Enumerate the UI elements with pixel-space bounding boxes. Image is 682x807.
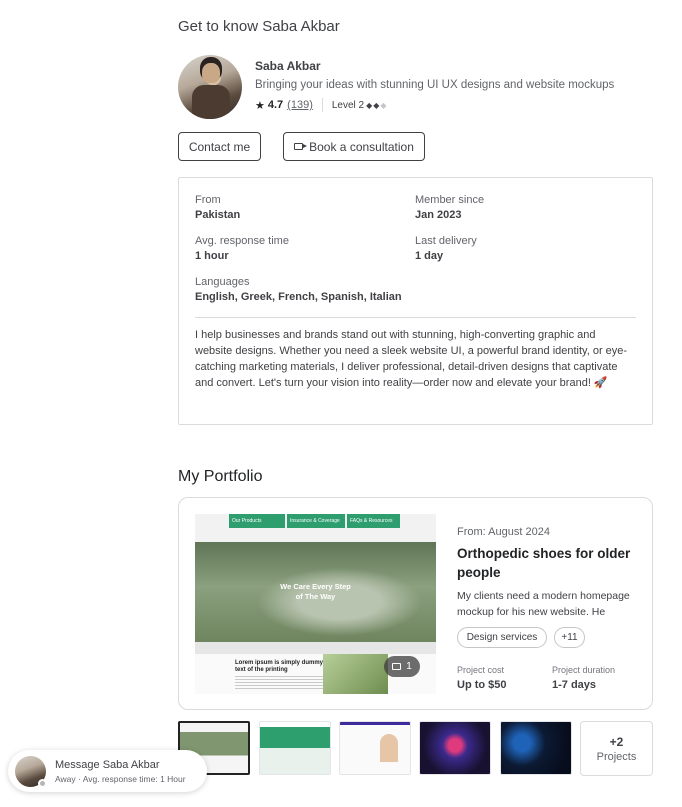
more-projects-count: +2 (609, 734, 624, 749)
project-description: My clients need a modern homepage mockup… (457, 590, 630, 618)
seller-info-card: From Pakistan Member since Jan 2023 Avg.… (178, 177, 653, 425)
project-cost: Project cost Up to $50 (457, 665, 507, 691)
image-count: 1 (406, 661, 412, 672)
info-member-since: Member since Jan 2023 (415, 194, 484, 221)
image-icon (392, 663, 402, 670)
level-diamond-empty-icon: ◆ (380, 100, 386, 110)
away-status-dot (38, 778, 47, 788)
portfolio-thumbnail[interactable] (419, 721, 491, 775)
book-consultation-label: Book a consultation (309, 139, 414, 154)
portfolio-main-image[interactable]: Our Products Insurance & Coverage FAQs &… (195, 514, 436, 694)
video-camera-icon (294, 143, 308, 150)
away-status: Away (55, 773, 76, 784)
rating-divider (321, 98, 323, 112)
info-delivery-value: 1 day (415, 250, 444, 262)
mockup-hero-line: of The Way (295, 592, 336, 601)
mockup-bottom-lines (235, 676, 325, 690)
info-response-time: Avg. response time 1 hour (195, 235, 289, 262)
info-response-label: Avg. response time (195, 235, 289, 247)
info-delivery-label: Last delivery (415, 235, 477, 247)
message-title: Message Saba Akbar (55, 758, 160, 771)
project-cost-value: Up to $50 (457, 679, 507, 691)
avatar-figure-head (202, 63, 220, 83)
info-from-label: From (195, 194, 221, 206)
mockup-hero-text: We Care Every Step of The Way (195, 582, 436, 602)
message-response-time: Avg. response time: 1 Hour (82, 773, 186, 784)
project-duration: Project duration 1-7 days (552, 665, 615, 691)
info-last-delivery: Last delivery 1 day (415, 235, 477, 262)
reviews-link[interactable]: (139) (287, 99, 313, 111)
project-date: From: August 2024 (457, 526, 550, 538)
project-duration-label: Project duration (552, 665, 616, 675)
more-projects-button[interactable]: +2 Projects (580, 721, 653, 776)
project-duration-value: 1-7 days (552, 679, 597, 691)
info-from: From Pakistan (195, 194, 240, 221)
message-text: Message Saba Akbar Away · Avg. response … (55, 759, 186, 784)
about-heading: Get to know Saba Akbar (178, 18, 340, 35)
message-subtitle: Away · Avg. response time: 1 Hour (55, 774, 186, 784)
book-consultation-button[interactable]: Book a consultation (283, 132, 425, 161)
project-title[interactable]: Orthopedic shoes for older people (457, 544, 642, 582)
tag-more[interactable]: +11 (554, 627, 585, 648)
seller-level: Level 2 (331, 99, 365, 111)
rating-score: 4.7 (267, 99, 284, 111)
image-count-badge[interactable]: 1 (384, 656, 420, 677)
mockup-tab: Insurance & Coverage (287, 514, 345, 528)
info-languages-label: Languages (195, 276, 250, 288)
mockup-tab: FAQs & Resources (347, 514, 400, 528)
contact-me-button[interactable]: Contact me (178, 132, 261, 161)
info-divider (195, 317, 636, 318)
avatar-figure-body (192, 85, 230, 119)
info-response-value: 1 hour (195, 250, 229, 262)
mockup-bottom-heading: Lorem ipsum is simply dummy text of the … (235, 660, 324, 673)
message-seller-pill[interactable]: Message Saba Akbar Away · Avg. response … (8, 750, 207, 792)
message-avatar (15, 755, 47, 788)
rating-row: ★ 4.7 (139) Level 2 ◆ ◆ ◆ (255, 98, 387, 112)
seller-description: I help businesses and brands stand out w… (195, 329, 628, 389)
portfolio-thumbnail[interactable] (339, 721, 411, 775)
seller-tagline: Bringing your ideas with stunning UI UX … (255, 79, 615, 91)
portfolio-card[interactable]: Our Products Insurance & Coverage FAQs &… (178, 497, 653, 710)
portfolio-thumbnail[interactable] (500, 721, 572, 775)
info-member-label: Member since (415, 194, 485, 206)
info-from-value: Pakistan (195, 209, 241, 221)
project-cost-label: Project cost (457, 665, 505, 675)
info-member-value: Jan 2023 (415, 209, 462, 221)
tag-design-services[interactable]: Design services (457, 627, 547, 648)
more-projects-label: Projects (596, 750, 637, 763)
mockup-hero-line: We Care Every Step (280, 582, 351, 591)
level-diamond-icon: ◆ (366, 100, 372, 110)
portfolio-thumbnail[interactable] (259, 721, 331, 775)
star-icon: ★ (255, 99, 265, 112)
mockup-photo (323, 654, 388, 694)
portfolio-heading: My Portfolio (178, 468, 263, 485)
seller-avatar[interactable] (178, 55, 242, 119)
info-languages: Languages English, Greek, French, Spanis… (195, 276, 402, 303)
level-diamond-icon: ◆ (373, 100, 379, 110)
seller-name[interactable]: Saba Akbar (255, 59, 321, 73)
mockup-tab: Our Products (229, 514, 285, 528)
info-languages-value: English, Greek, French, Spanish, Italian (195, 291, 402, 303)
